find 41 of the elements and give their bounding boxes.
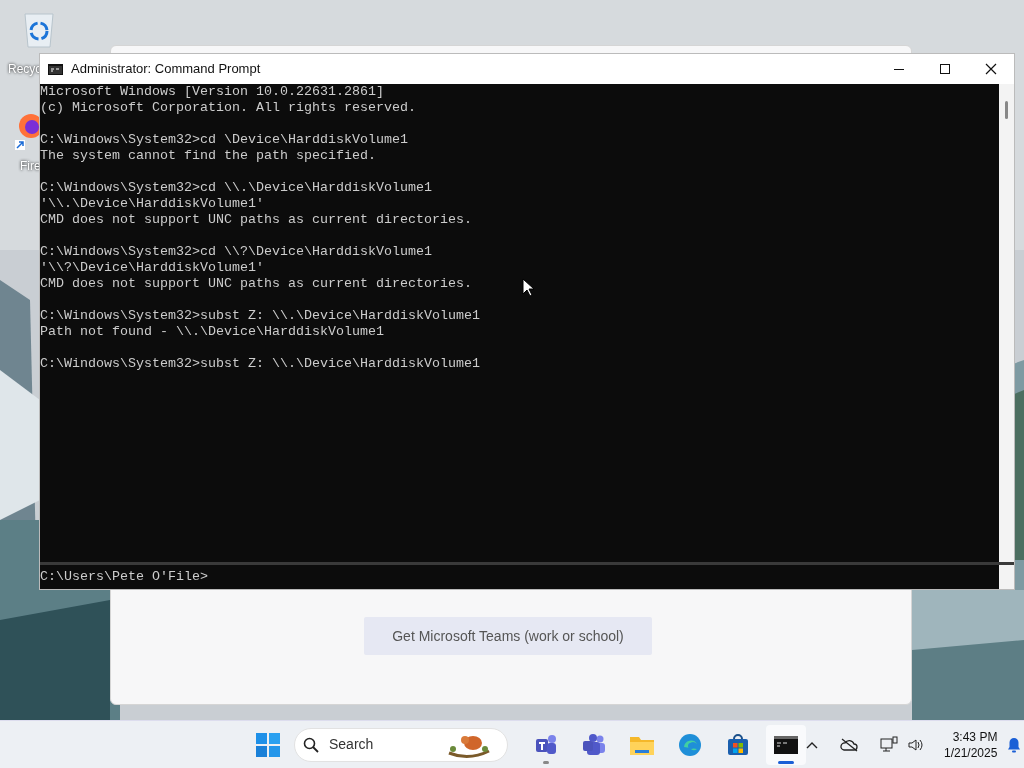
console-line: Path not found - \\.\Device\HarddiskVolume1 <box>40 324 384 340</box>
console-line: C:\Windows\System32>cd \Device\HarddiskVolume1 <box>40 132 408 148</box>
console-line: C:\Windows\System32>subst Z: \\.\Device\HarddiskVolume1 <box>40 308 480 324</box>
taskbar-app-button[interactable] <box>766 724 806 765</box>
prompt-line: C:\Users\Pete O'File> <box>40 569 208 585</box>
chat-app-icon <box>535 732 557 757</box>
volume-icon[interactable] <box>908 737 924 752</box>
maximize-icon <box>940 64 950 74</box>
windows-logo-icon <box>256 732 280 757</box>
folder-icon <box>630 734 654 755</box>
icon-label: Fire <box>20 159 41 175</box>
close-icon <box>985 63 997 75</box>
console-line: '\\?\Device\HarddiskVolume1' <box>40 260 264 276</box>
search-box[interactable]: Search <box>294 727 508 762</box>
bell-icon[interactable] <box>1007 736 1022 753</box>
shopping-bag-icon <box>727 733 749 756</box>
clock-date[interactable]: 1/21/2025 <box>944 744 998 761</box>
terminal-icon <box>48 63 63 75</box>
icon-label: Recyc <box>8 61 42 78</box>
browser-swirl-icon <box>678 732 702 757</box>
mouse-pointer-icon <box>522 278 534 297</box>
console-line: CMD does not support UNC paths as current directories. <box>40 276 472 292</box>
team-app-icon <box>582 733 606 756</box>
console-line: CMD does not support UNC paths as current directories. <box>40 212 472 228</box>
console-line: The system cannot find the path specified. <box>40 148 376 164</box>
scrollbar[interactable] <box>999 84 1014 562</box>
search-field[interactable]: Search <box>327 733 437 756</box>
get-teams-button[interactable]: Get Microsoft Teams (work or school) <box>364 617 652 655</box>
network-icon[interactable] <box>880 736 898 753</box>
cloud-off-icon[interactable] <box>840 737 858 752</box>
console-line: C:\Windows\System32>subst Z: \\.\Device\HarddiskVolume1 <box>40 356 480 372</box>
terminal-app-icon <box>774 735 798 754</box>
clock-time[interactable]: 3:43 PM <box>944 728 998 745</box>
console-line: Microsoft Windows [Version 10.0.22631.2861] <box>40 84 384 100</box>
console-line: C:\Windows\System32>cd \\.\Device\HarddiskVolume1 <box>40 180 432 196</box>
search-icon <box>303 736 319 753</box>
window-title: Administrator: Command Prompt <box>71 60 261 79</box>
chevron-up-icon[interactable] <box>806 740 818 749</box>
console-line: (c) Microsoft Corporation. All rights reserved. <box>40 100 416 116</box>
console-line: C:\Windows\System32>cd \\?\Device\HarddiskVolume1 <box>40 244 432 260</box>
console-line: '\\.\Device\HarddiskVolume1' <box>40 196 264 212</box>
